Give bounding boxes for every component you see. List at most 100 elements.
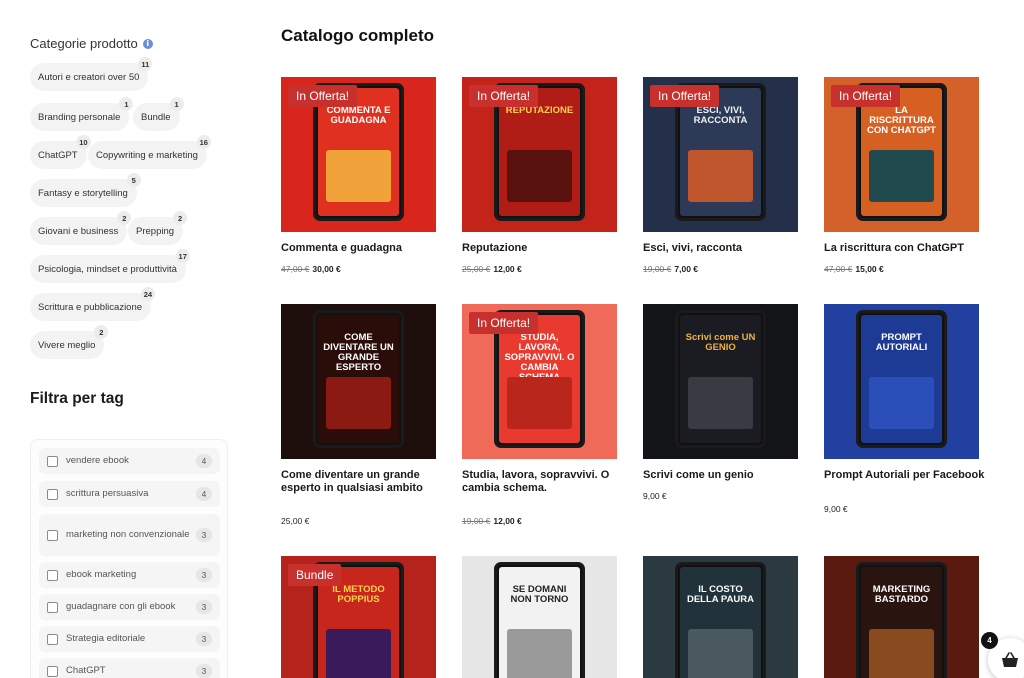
tag-label: Strategia editoriale [66,633,146,644]
tag-checkbox[interactable] [47,488,58,500]
category-count: 24 [140,287,156,301]
product-cover-image[interactable]: ESCI, VIVI, RACCONTA In Offerta! [643,77,798,232]
tag-checkbox[interactable] [47,569,58,581]
product-name[interactable]: Reputazione [462,242,627,255]
tablet-mockup: SE DOMANI NON TORNO [494,562,585,678]
product-cover-image[interactable]: STUDIA, LAVORA, SOPRAVVIVI. O CAMBIA SCH… [462,304,617,459]
category-count: 2 [173,211,188,225]
product-cover-image[interactable]: IL COSTO DELLA PAURA [643,556,798,678]
category-chip[interactable]: Bundle 1 [133,97,184,131]
category-label: Vivere meglio [38,339,96,351]
product-cover-image[interactable]: COMMENTA E GUADAGNA In Offerta! [281,77,436,232]
cover-title: COME DIVENTARE UN GRANDE ESPERTO [323,332,394,373]
basket-icon [1002,652,1018,667]
product-cover-image[interactable]: Scrivi come UN GENIO [643,304,798,459]
product-name[interactable]: Studia, lavora, sopravvivi. O cambia sch… [462,469,627,494]
tag-filter-item[interactable]: scrittura persuasiva 4 [39,481,220,507]
old-price: 19,00 € [643,264,672,274]
offer-badge: In Offerta! [650,85,720,107]
cover-screen: IL COSTO DELLA PAURA [680,567,761,678]
tag-checkbox[interactable] [47,601,58,613]
category-chip[interactable]: Autori e creatori over 50 11 [30,57,153,91]
tag-filter-item[interactable]: guadagnare con gli ebook 3 [39,594,220,620]
info-icon[interactable]: i [142,38,153,49]
category-chip[interactable]: ChatGPT 10 [30,135,91,169]
offer-badge: In Offerta! [288,85,358,107]
cover-title: SE DOMANI NON TORNO [510,584,569,605]
current-price: 12,00 € [493,264,522,274]
tag-filter-item[interactable]: vendere ebook 4 [39,448,220,474]
product-name[interactable]: Prompt Autoriali per Facebook [824,469,989,482]
tag-label: scrittura persuasiva [66,488,149,499]
product-cover-image[interactable]: REPUTAZIONE In Offerta! [462,77,617,232]
category-chip[interactable]: Giovani e business 2 [30,211,132,245]
product-cover-image[interactable]: SE DOMANI NON TORNO [462,556,617,678]
category-chip[interactable]: Psicologia, mindset e produttività 17 [30,249,190,283]
product-cover-image[interactable]: LA RISCRITTURA CON CHATGPT In Offerta! [824,77,979,232]
current-price: 15,00 € [855,264,884,274]
categories-title-text: Categorie prodotto [30,36,138,51]
tag-count: 4 [196,454,212,468]
tag-filter-item[interactable]: ebook marketing 3 [39,562,220,588]
product-cover-image[interactable]: MARKETING BASTARDO [824,556,979,678]
product-name[interactable]: Come diventare un grande esperto in qual… [281,469,446,494]
product-price: 47,00 €15,00 € [824,264,884,274]
category-chip[interactable]: Branding personale 1 [30,97,134,131]
tag-label: ChatGPT [66,665,106,676]
tablet-mockup: MARKETING BASTARDO [856,562,947,678]
tag-checkbox[interactable] [47,633,58,645]
tag-count: 3 [196,568,212,582]
page-title: Catalogo completo [281,26,435,45]
old-price: 47,00 € [281,264,310,274]
product-price: 25,00 € [281,516,309,526]
tags-title: Filtra per tag [30,390,124,407]
category-chip[interactable]: Vivere meglio 2 [30,325,109,359]
product-cover-image[interactable]: COME DIVENTARE UN GRANDE ESPERTO [281,304,436,459]
cover-art [326,377,391,429]
product-price: 9,00 € [824,504,848,514]
cover-title: COMMENTA E GUADAGNA [326,105,391,126]
category-count: 5 [126,173,141,187]
tag-label: guadagnare con gli ebook [66,601,176,612]
category-chip[interactable]: Fantasy e storytelling 5 [30,173,141,207]
category-label: Branding personale [38,111,121,123]
product-price: 19,00 €7,00 € [643,264,698,274]
product-price: 47,00 €30,00 € [281,264,341,274]
product-name[interactable]: Commenta e guadagna [281,242,446,255]
product-name[interactable]: Scrivi come un genio [643,469,808,482]
category-chip[interactable]: Scrittura e pubblicazione 24 [30,287,156,321]
product-price: 19,00 €12,00 € [462,516,522,526]
cover-art [688,629,753,678]
tablet-mockup: COME DIVENTARE UN GRANDE ESPERTO [313,310,404,448]
old-price: 25,00 € [462,264,491,274]
tag-label: vendere ebook [66,455,129,466]
category-count: 1 [169,97,184,111]
category-chip[interactable]: Prepping 2 [128,211,188,245]
category-count: 11 [138,57,153,71]
tag-count: 3 [196,528,212,542]
offer-badge: Bundle [288,564,342,586]
tag-checkbox[interactable] [47,529,58,541]
tag-filter-item[interactable]: Strategia editoriale 3 [39,626,220,652]
cover-screen: Scrivi come UN GENIO [680,315,761,443]
tag-filter-item[interactable]: marketing non convenzionale 3 [39,514,220,556]
cover-art [507,377,572,429]
tag-checkbox[interactable] [47,455,58,467]
category-chip[interactable]: Copywriting e marketing 16 [88,135,211,169]
current-price: 9,00 € [824,504,848,514]
categories-title: Categorie prodotto i [30,36,153,51]
tag-checkbox[interactable] [47,665,58,677]
cover-art [869,150,934,202]
tag-count: 4 [196,487,212,501]
product-name[interactable]: Esci, vivi, racconta [643,242,808,255]
product-cover-image[interactable]: IL METODO POPPIUS Bundle [281,556,436,678]
cover-art [507,629,572,678]
cover-art [869,629,934,678]
tag-filter-item[interactable]: ChatGPT 3 [39,658,220,678]
product-name[interactable]: La riscrittura con ChatGPT [824,242,989,255]
offer-badge: In Offerta! [469,312,539,334]
cover-title: IL COSTO DELLA PAURA [686,584,755,605]
tag-count: 3 [196,632,212,646]
category-label: Psicologia, mindset e produttività [38,263,177,275]
product-cover-image[interactable]: PROMPT AUTORIALI [824,304,979,459]
